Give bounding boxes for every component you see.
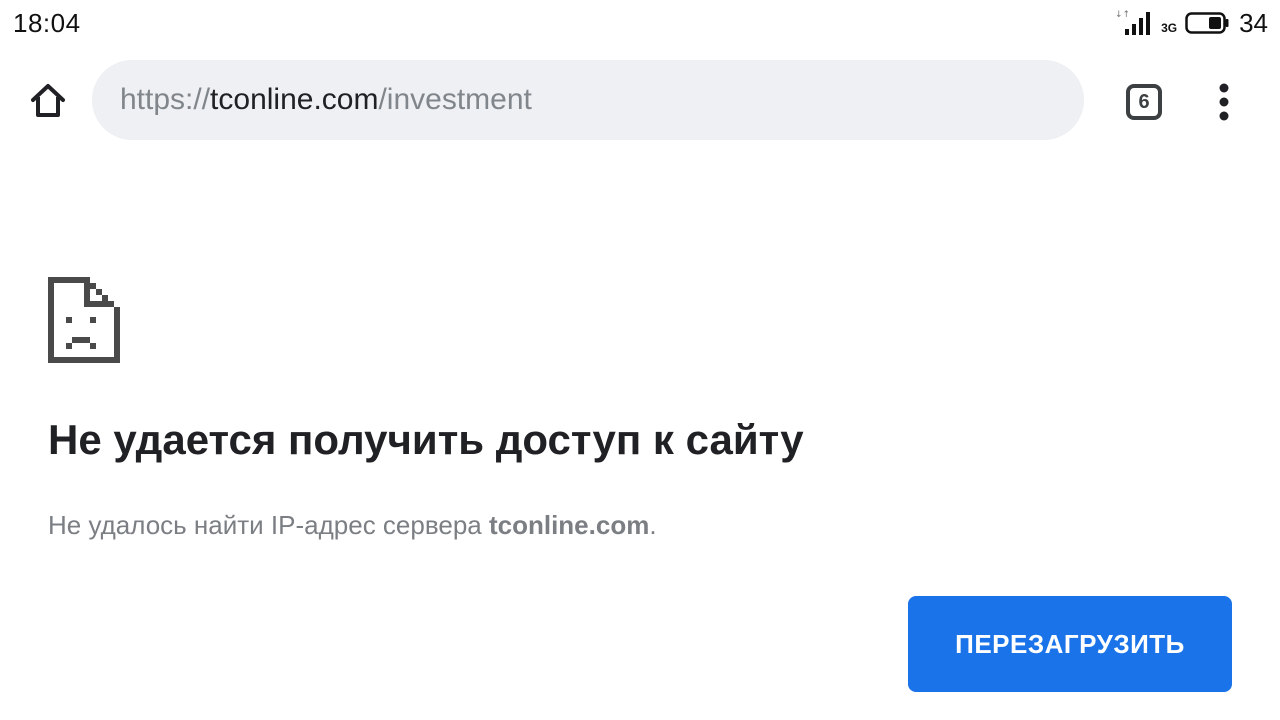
url-path: /investment <box>378 83 532 116</box>
error-host: tconline.com <box>488 510 650 540</box>
home-icon <box>31 84 65 117</box>
error-message: Не удалось найти IP-адрес сервера tconli… <box>48 510 657 541</box>
status-bar: 18:04 ↓↑ 3G 34 <box>0 0 1280 46</box>
browser-toolbar: https://tconline.com/investment 6 <box>0 58 1280 142</box>
battery-icon <box>1185 12 1229 34</box>
url-scheme: https:// <box>120 83 211 116</box>
tab-count: 6 <box>1138 91 1150 113</box>
signal-icon: ↓↑ <box>1115 10 1151 35</box>
sad-page-icon <box>48 277 120 363</box>
home-button[interactable] <box>22 74 74 126</box>
svg-text:↓↑: ↓↑ <box>1115 10 1130 20</box>
menu-button[interactable] <box>1200 78 1248 126</box>
error-title: Не удается получить доступ к сайту <box>48 416 804 463</box>
status-indicators: ↓↑ 3G 34 <box>1115 6 1268 40</box>
battery-level: 34 <box>1239 7 1268 38</box>
browser-error-screen: 18:04 ↓↑ 3G 34 https:// tconline.com /in… <box>0 0 1280 720</box>
error-message-suffix: . <box>649 510 657 540</box>
status-time: 18:04 <box>13 8 81 38</box>
more-vertical-icon <box>1219 83 1229 121</box>
error-message-text: Не удалось найти IP-адрес сервера <box>48 510 489 540</box>
url-host: tconline.com <box>210 83 379 116</box>
reload-button[interactable]: ПЕРЕЗАГРУЗИТЬ <box>908 596 1232 692</box>
address-bar[interactable]: https://tconline.com/investment <box>92 60 1084 140</box>
tab-switcher-button[interactable]: 6 <box>1124 82 1164 122</box>
network-type: 3G <box>1161 21 1178 35</box>
